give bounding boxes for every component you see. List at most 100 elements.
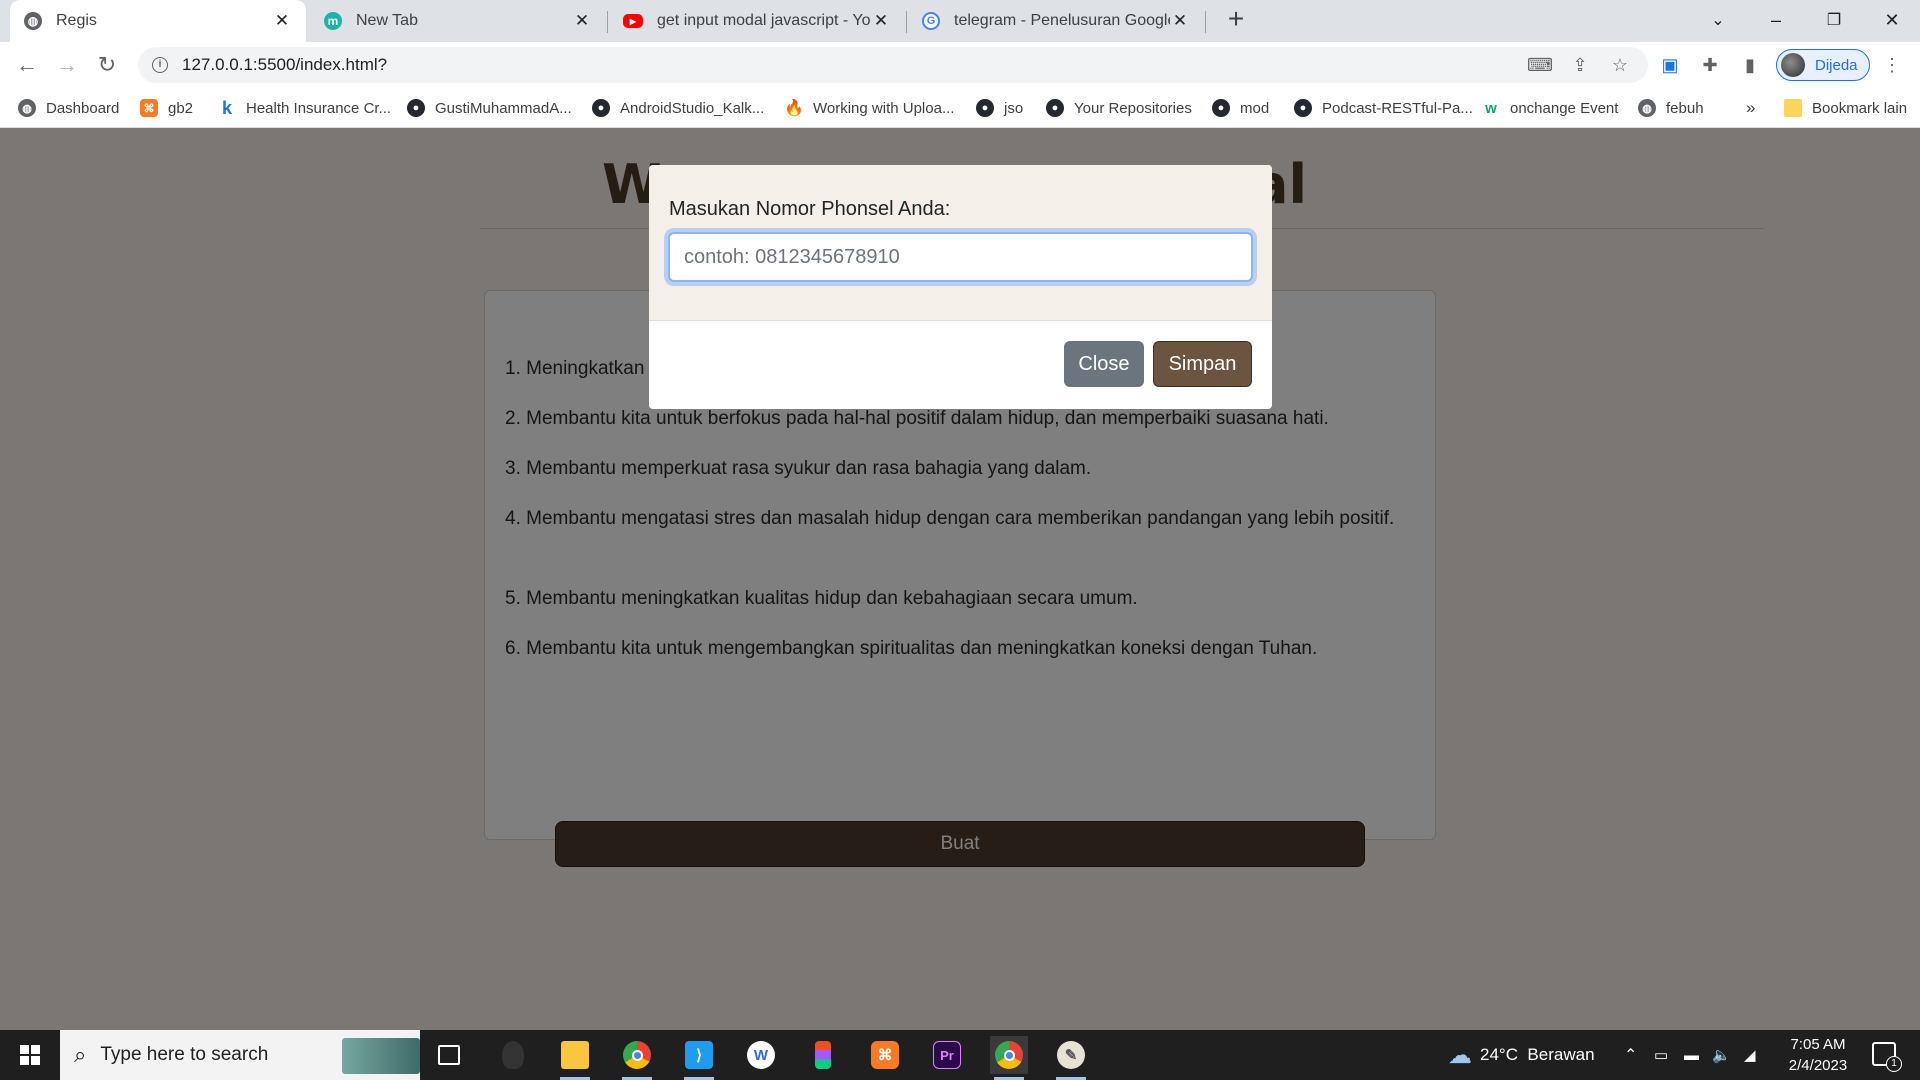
side-panel-icon[interactable]: ▮ [1738,53,1762,77]
close-window-icon[interactable]: ✕ [1868,0,1916,40]
bookmark-your-repositories[interactable]: ● Your Repositories [1046,97,1192,119]
notification-count: 1 [1886,1056,1902,1072]
bookmark-febuh[interactable]: ◍ febuh [1638,97,1704,119]
figma-icon[interactable] [804,1036,842,1074]
phone-number-input[interactable] [668,232,1253,282]
profile-name: Dijeda [1815,56,1858,74]
github-icon: ● [1294,99,1312,117]
bookmark-other-folder[interactable]: Bookmark lain [1784,97,1907,119]
volume-icon[interactable]: 🔈 [1712,1030,1731,1080]
start-button[interactable] [0,1030,60,1080]
minimize-icon[interactable]: – [1752,0,1800,40]
taskbar-search-box[interactable]: ⌕ Type here to search [60,1030,420,1080]
github-icon: ● [1046,99,1064,117]
bookmark-gustimuhammad[interactable]: ● GustiMuhammadA... [407,97,572,119]
bookmark-gb2[interactable]: ⌘ gb2 [140,97,193,119]
restore-icon[interactable]: ❐ [1810,0,1858,40]
tab-new-tab[interactable]: m New Tab ✕ [310,0,606,42]
new-tab-plus-icon[interactable]: + [1222,5,1250,34]
w3schools-icon: w [1485,99,1497,117]
xampp-icon: ⌘ [140,99,158,117]
tab-search-chevron-icon[interactable]: ⌄ [1694,0,1742,40]
modal-body: Masukan Nomor Phonsel Anda: [649,165,1272,321]
translate-icon[interactable]: ⌨ [1527,53,1553,77]
close-icon[interactable]: ✕ [871,11,891,31]
google-translate-extension-icon[interactable]: ▣ [1658,53,1682,77]
bookmark-star-icon[interactable]: ☆ [1608,53,1632,77]
paint-icon[interactable]: ✎ [1052,1036,1090,1080]
weather-widget[interactable]: ☁ 24°C Berawan [1448,1030,1595,1080]
profile-button[interactable]: Dijeda [1776,49,1870,81]
tab-separator [607,11,608,33]
bookmark-label: jso [1004,99,1024,117]
more-menu-icon[interactable]: ⋮ [1880,53,1904,77]
bookmark-mod[interactable]: ● mod [1212,97,1269,119]
file-explorer-icon[interactable] [556,1036,594,1080]
tab-title: telegram - Penelusuran Google [954,12,1170,29]
share-icon[interactable]: ⇪ [1568,53,1592,77]
forward-arrow-icon[interactable]: → [52,50,82,80]
search-placeholder: Type here to search [100,1044,269,1065]
youtube-icon: ▶ [623,14,643,28]
github-icon: ● [592,99,610,117]
windows-logo-icon [20,1045,40,1065]
bookmark-dashboard[interactable]: ◍ Dashboard [18,97,119,119]
cloud-icon: ☁ [1448,1041,1472,1069]
bookmarks-bar: ◍ Dashboard ⌘ gb2 k Health Insurance Cr... … [0,88,1920,128]
battery-icon[interactable]: ▬ [1684,1030,1699,1080]
alienware-icon[interactable] [494,1036,532,1074]
reload-icon[interactable]: ↻ [92,50,122,80]
close-button[interactable]: Close [1064,341,1144,387]
github-icon: ● [976,99,994,117]
bookmarks-overflow-chevron-icon[interactable]: » [1746,97,1755,119]
github-icon: ● [1212,99,1230,117]
weather-text: 24°C Berawan [1480,1045,1595,1064]
browser-tab-strip: ◍ Regis ✕ m New Tab ✕ ▶ get input modal … [0,0,1920,42]
globe-icon: ◍ [24,12,42,30]
wps-icon[interactable]: W [742,1036,780,1074]
task-view-icon[interactable] [430,1036,468,1074]
globe-icon: ◍ [1638,99,1656,117]
m-logo-icon: m [324,12,342,30]
bookmark-health-insurance[interactable]: k Health Insurance Cr... [218,97,391,119]
close-icon[interactable]: ✕ [572,11,592,31]
clock-date: 2/4/2023 [1788,1057,1848,1074]
fire-icon: 🔥 [784,100,804,117]
bookmark-jso[interactable]: ● jso [976,97,1023,119]
bookmark-label: Health Insurance Cr... [246,99,392,117]
chrome-profile-icon[interactable] [990,1036,1028,1080]
back-arrow-icon[interactable]: ← [12,50,42,80]
k-icon: k [221,97,232,118]
address-bar[interactable]: i 127.0.0.1:5500/index.html? [138,47,1648,83]
url-text[interactable]: 127.0.0.1:5500/index.html? [182,55,387,75]
windows-taskbar: ⌕ Type here to search ⟩ W ⌘ Pr ✎ ☁ 24°C … [0,1030,1920,1080]
bookmark-working-with-uploads[interactable]: 🔥 Working with Uploa... [784,97,954,119]
vscode-icon[interactable]: ⟩ [680,1036,718,1080]
extensions-puzzle-icon[interactable]: ✚ [1698,53,1722,77]
show-hidden-icons-chevron-icon[interactable]: ⌃ [1624,1030,1637,1080]
bookmark-label: Podcast-RESTful-Pa... [1322,99,1473,117]
system-clock[interactable]: 7:05 AM 2/4/2023 [1770,1034,1866,1076]
close-icon[interactable]: ✕ [1170,11,1190,31]
bookmark-onchange-event[interactable]: w onchange Event [1482,97,1618,119]
folder-icon [1784,99,1802,117]
bookmark-podcast-restful[interactable]: ● Podcast-RESTful-Pa... [1294,97,1473,119]
meet-now-icon[interactable]: ▭ [1654,1030,1668,1080]
bookmark-androidstudio[interactable]: ● AndroidStudio_Kalk... [592,97,764,119]
chrome-icon[interactable] [618,1036,656,1080]
bookmark-label: GustiMuhammadA... [435,99,572,117]
site-info-icon[interactable]: i [152,57,168,73]
xampp-icon[interactable]: ⌘ [866,1036,904,1074]
tab-regis[interactable]: ◍ Regis ✕ [10,0,306,42]
bookmark-label: gb2 [168,99,194,117]
network-wifi-icon[interactable]: ◢ [1744,1030,1756,1080]
simpan-button[interactable]: Simpan [1153,341,1252,387]
globe-icon: ◍ [18,99,36,117]
bookmark-label: AndroidStudio_Kalk... [620,99,765,117]
notification-center-icon[interactable]: 1 [1872,1042,1902,1072]
close-icon[interactable]: ✕ [272,11,292,31]
premiere-pro-icon[interactable]: Pr [928,1036,966,1074]
tab-youtube[interactable]: ▶ get input modal javascript - YouT ✕ [609,0,905,42]
tab-title: get input modal javascript - YouT [657,12,871,29]
tab-google[interactable]: G telegram - Penelusuran Google ✕ [908,0,1204,42]
